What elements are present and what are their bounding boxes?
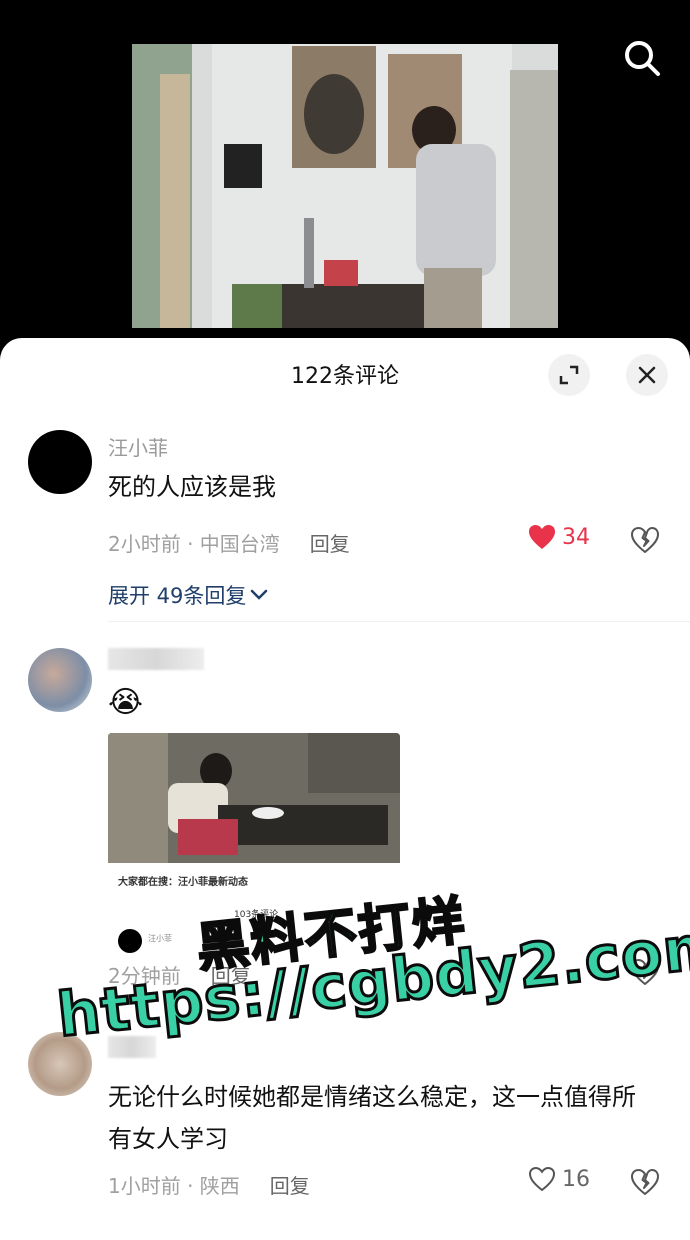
attachment-photo-art: [108, 733, 400, 863]
divider: [108, 621, 690, 622]
video-area: [0, 0, 690, 340]
comment-text: 无论什么时候她都是情绪这么稳定，这一点值得所有女人学习: [108, 1083, 636, 1153]
like-count: 34: [562, 524, 590, 550]
comment-author[interactable]: 汪小菲: [108, 432, 168, 461]
close-button[interactable]: [626, 354, 668, 396]
reply-button[interactable]: 回复: [310, 532, 350, 556]
expand-icon: [559, 365, 579, 385]
comment-author-blurred: [108, 648, 204, 670]
search-icon: [625, 41, 660, 76]
like-button[interactable]: 16: [528, 1166, 590, 1192]
sheet-header: 122条评论: [0, 338, 690, 410]
expand-button[interactable]: [548, 354, 590, 396]
comment-meta: 2小时前 · 中国台湾 回复: [108, 528, 350, 557]
expand-replies-link[interactable]: 展开 49条回复: [108, 580, 268, 610]
like-button[interactable]: 34: [528, 524, 590, 550]
attachment-avatar: [118, 929, 142, 953]
expand-replies-label: 展开 49条回复: [108, 584, 247, 608]
dislike-button[interactable]: [630, 1168, 660, 1198]
comment-item: 汪小菲 死的人应该是我 2小时前 · 中国台湾 回复 34 展开 49条回复: [0, 418, 690, 658]
avatar[interactable]: [28, 648, 92, 712]
chevron-down-icon: [251, 589, 268, 600]
dislike-button[interactable]: [630, 526, 660, 556]
video-thumbnail: [132, 44, 558, 328]
heart-filled-icon: [529, 525, 555, 549]
comment-meta: 1小时前 · 陕西 回复: [108, 1170, 310, 1199]
like-count: 16: [562, 1166, 590, 1192]
comments-sheet: 122条评论 汪小菲 死的人应该是我 2小时前 · 中国台湾 回复 34 展开 …: [0, 338, 690, 1240]
avatar[interactable]: [28, 430, 92, 494]
attachment-search-text: 大家都在搜：汪小菲最新动态: [118, 877, 248, 888]
comment-time-location: 2小时前 · 中国台湾: [108, 532, 280, 556]
comment-text: 死的人应该是我: [108, 473, 276, 501]
reply-button[interactable]: 回复: [270, 1174, 310, 1198]
attachment-photo: [108, 733, 400, 863]
broken-heart-icon: [631, 1169, 659, 1195]
comment-time-location: 1小时前 · 陕西: [108, 1174, 240, 1198]
broken-heart-icon: [631, 527, 659, 553]
video-frame[interactable]: [132, 44, 558, 328]
close-icon: [638, 366, 656, 384]
comment-emoji: 😭: [108, 685, 144, 720]
search-button[interactable]: [622, 38, 662, 78]
attachment-user: 汪小菲: [148, 934, 172, 943]
heart-outline-icon: [528, 1166, 556, 1192]
comment-item: 无论什么时候她都是情绪这么稳定，这一点值得所有女人学习 1小时前 · 陕西 回复 …: [0, 1028, 690, 1228]
